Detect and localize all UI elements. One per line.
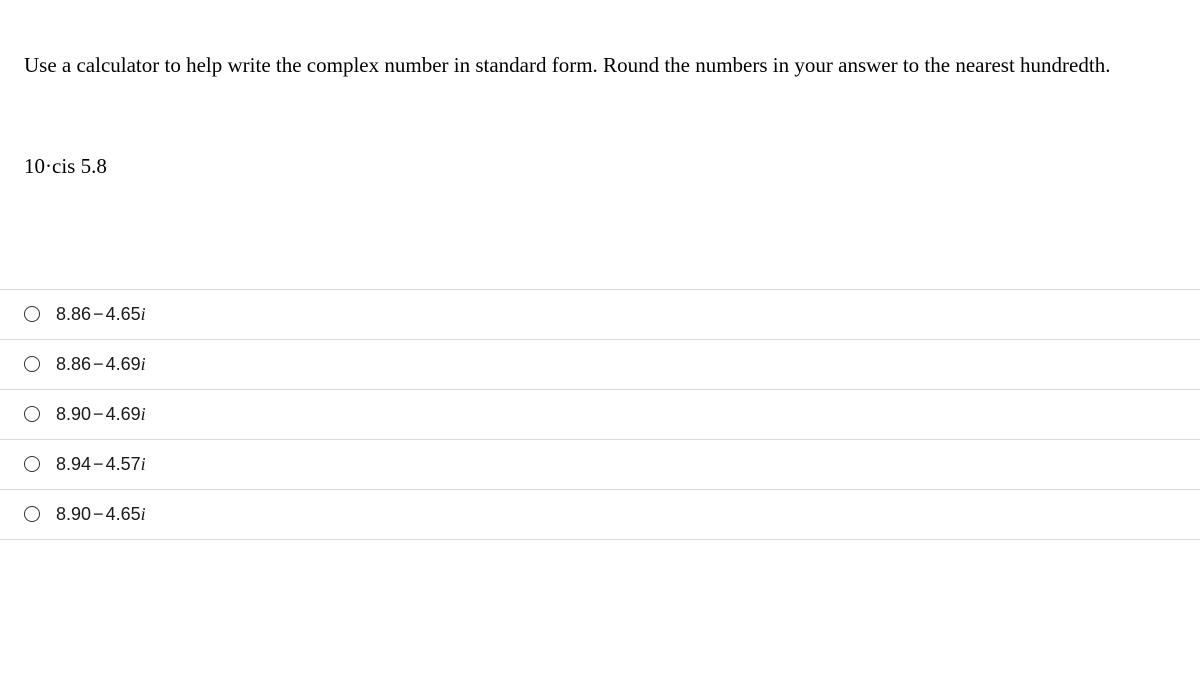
question-prompt: Use a calculator to help write the compl… (24, 48, 1176, 84)
option-label: 8.90−4.69i (56, 404, 146, 425)
option-4[interactable]: 8.94−4.57i (0, 439, 1200, 489)
option-2[interactable]: 8.86−4.69i (0, 339, 1200, 389)
question-expression: 10·cis 5.8 (24, 154, 1176, 179)
option-label: 8.90−4.65i (56, 504, 146, 525)
radio-icon (24, 406, 40, 422)
option-label: 8.94−4.57i (56, 454, 146, 475)
question-container: Use a calculator to help write the compl… (0, 0, 1200, 540)
option-3[interactable]: 8.90−4.69i (0, 389, 1200, 439)
radio-icon (24, 506, 40, 522)
option-label: 8.86−4.69i (56, 354, 146, 375)
radio-icon (24, 356, 40, 372)
option-label: 8.86−4.65i (56, 304, 146, 325)
option-5[interactable]: 8.90−4.65i (0, 489, 1200, 540)
option-1[interactable]: 8.86−4.65i (0, 289, 1200, 339)
radio-icon (24, 456, 40, 472)
radio-icon (24, 306, 40, 322)
answer-options-list: 8.86−4.65i 8.86−4.69i 8.90−4.69i 8.94−4.… (0, 289, 1200, 540)
